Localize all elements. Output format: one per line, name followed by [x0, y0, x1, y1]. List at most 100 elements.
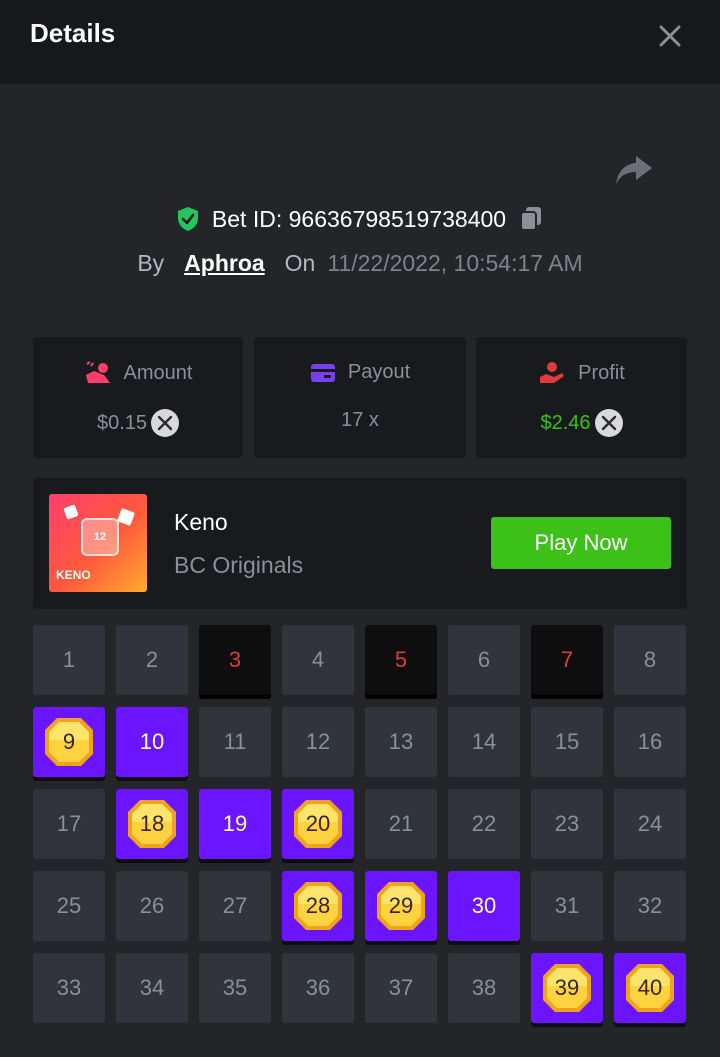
amount-value: $0.15	[96, 411, 148, 434]
keno-cell-number: 38	[471, 975, 497, 1000]
profit-label: Profit	[578, 361, 625, 384]
keno-cell-3[interactable]: 3	[199, 625, 271, 695]
on-label: On	[284, 249, 316, 276]
close-icon[interactable]	[656, 22, 684, 50]
keno-cell-11[interactable]: 11	[199, 707, 271, 777]
xrp-icon	[594, 409, 623, 437]
keno-cell-number: 5	[394, 647, 408, 672]
keno-cell-19[interactable]: 19	[199, 789, 271, 859]
keno-cell-number: 8	[643, 647, 657, 672]
keno-cell-9[interactable]: 9	[33, 707, 105, 777]
keno-cell-number: 7	[560, 647, 574, 672]
game-name: Keno	[174, 509, 228, 535]
thumb-logo-text: KENO	[56, 568, 91, 582]
copy-icon[interactable]	[518, 205, 544, 233]
keno-cell-number: 19	[222, 811, 248, 836]
keno-cell-number: 12	[305, 729, 331, 754]
keno-cell-number: 20	[305, 811, 331, 836]
page-title: Details	[30, 18, 116, 48]
thumb-number: 12	[93, 531, 107, 543]
keno-cell-33[interactable]: 33	[33, 953, 105, 1023]
keno-cell-37[interactable]: 37	[365, 953, 437, 1023]
bet-date: 11/22/2022, 10:54:17 AM	[327, 249, 583, 276]
keno-cell-30[interactable]: 30	[448, 871, 520, 941]
keno-cell-25[interactable]: 25	[33, 871, 105, 941]
keno-cell-number: 3	[228, 647, 242, 672]
dice-icon	[63, 504, 79, 520]
keno-cell-number: 25	[56, 893, 82, 918]
keno-cell-number: 30	[471, 893, 497, 918]
keno-cell-number: 37	[388, 975, 414, 1000]
keno-thumbnail[interactable]: 12 KENO	[49, 494, 147, 592]
keno-cell-26[interactable]: 26	[116, 871, 188, 941]
keno-cell-39[interactable]: 39	[531, 953, 603, 1023]
keno-cell-1[interactable]: 1	[33, 625, 105, 695]
keno-cell-32[interactable]: 32	[614, 871, 686, 941]
keno-cell-number: 1	[62, 647, 76, 672]
keno-cell-number: 27	[222, 893, 248, 918]
user-link[interactable]: Aphroa	[184, 250, 265, 277]
keno-cell-38[interactable]: 38	[448, 953, 520, 1023]
keno-cell-number: 14	[471, 729, 497, 754]
wallet-icon	[310, 363, 335, 382]
share-icon[interactable]	[614, 152, 654, 188]
keno-cell-5[interactable]: 5	[365, 625, 437, 695]
amount-icon	[85, 361, 110, 383]
keno-cell-28[interactable]: 28	[282, 871, 354, 941]
keno-cell-35[interactable]: 35	[199, 953, 271, 1023]
bet-byline: By Aphroa On 11/22/2022, 10:54:17 AM	[0, 246, 720, 280]
gold-gem-icon: 28	[292, 880, 344, 932]
keno-cell-number: 6	[477, 647, 491, 672]
bet-id-row: Bet ID: 96636798519738400	[0, 202, 720, 236]
gem-icon: 12	[81, 518, 119, 556]
keno-cell-17[interactable]: 17	[33, 789, 105, 859]
keno-cell-number: 36	[305, 975, 331, 1000]
keno-cell-36[interactable]: 36	[282, 953, 354, 1023]
keno-cell-8[interactable]: 8	[614, 625, 686, 695]
keno-cell-31[interactable]: 31	[531, 871, 603, 941]
keno-cell-7[interactable]: 7	[531, 625, 603, 695]
gold-gem-icon: 39	[541, 962, 593, 1014]
by-label: By	[137, 249, 165, 276]
keno-cell-10[interactable]: 10	[116, 707, 188, 777]
keno-cell-4[interactable]: 4	[282, 625, 354, 695]
gold-gem-icon: 29	[375, 880, 427, 932]
keno-cell-21[interactable]: 21	[365, 789, 437, 859]
keno-cell-number: 29	[388, 893, 414, 918]
dice-icon	[117, 508, 135, 526]
keno-cell-number: 24	[637, 811, 663, 836]
gold-gem-icon: 18	[126, 798, 178, 850]
keno-cell-12[interactable]: 12	[282, 707, 354, 777]
keno-cell-34[interactable]: 34	[116, 953, 188, 1023]
keno-cell-27[interactable]: 27	[199, 871, 271, 941]
keno-cell-14[interactable]: 14	[448, 707, 520, 777]
keno-cell-16[interactable]: 16	[614, 707, 686, 777]
keno-cell-18[interactable]: 18	[116, 789, 188, 859]
details-header: Details	[0, 0, 720, 84]
keno-cell-29[interactable]: 29	[365, 871, 437, 941]
keno-cell-20[interactable]: 20	[282, 789, 354, 859]
keno-cell-number: 33	[56, 975, 82, 1000]
gold-gem-icon: 9	[43, 716, 95, 768]
keno-cell-6[interactable]: 6	[448, 625, 520, 695]
keno-cell-22[interactable]: 22	[448, 789, 520, 859]
keno-cell-number: 17	[56, 811, 82, 836]
play-now-button[interactable]: Play Now	[491, 517, 671, 569]
amount-card: Amount $0.15	[33, 337, 243, 458]
keno-cell-number: 23	[554, 811, 580, 836]
game-card: 12 KENO Keno BC Originals Play Now	[33, 478, 687, 609]
verified-shield-icon	[177, 207, 198, 231]
keno-cell-2[interactable]: 2	[116, 625, 188, 695]
keno-cell-15[interactable]: 15	[531, 707, 603, 777]
keno-cell-number: 16	[637, 729, 663, 754]
keno-cell-40[interactable]: 40	[614, 953, 686, 1023]
keno-cell-number: 39	[554, 975, 580, 1000]
bet-id-text: Bet ID: 96636798519738400	[211, 205, 507, 232]
keno-cell-24[interactable]: 24	[614, 789, 686, 859]
bet-stats: Amount $0.15 Payout 17 x Profit $2.46	[33, 337, 687, 458]
keno-cell-23[interactable]: 23	[531, 789, 603, 859]
keno-cell-13[interactable]: 13	[365, 707, 437, 777]
keno-cell-number: 11	[223, 729, 247, 754]
keno-cell-number: 18	[139, 811, 165, 836]
payout-value: 17 x	[341, 409, 379, 431]
